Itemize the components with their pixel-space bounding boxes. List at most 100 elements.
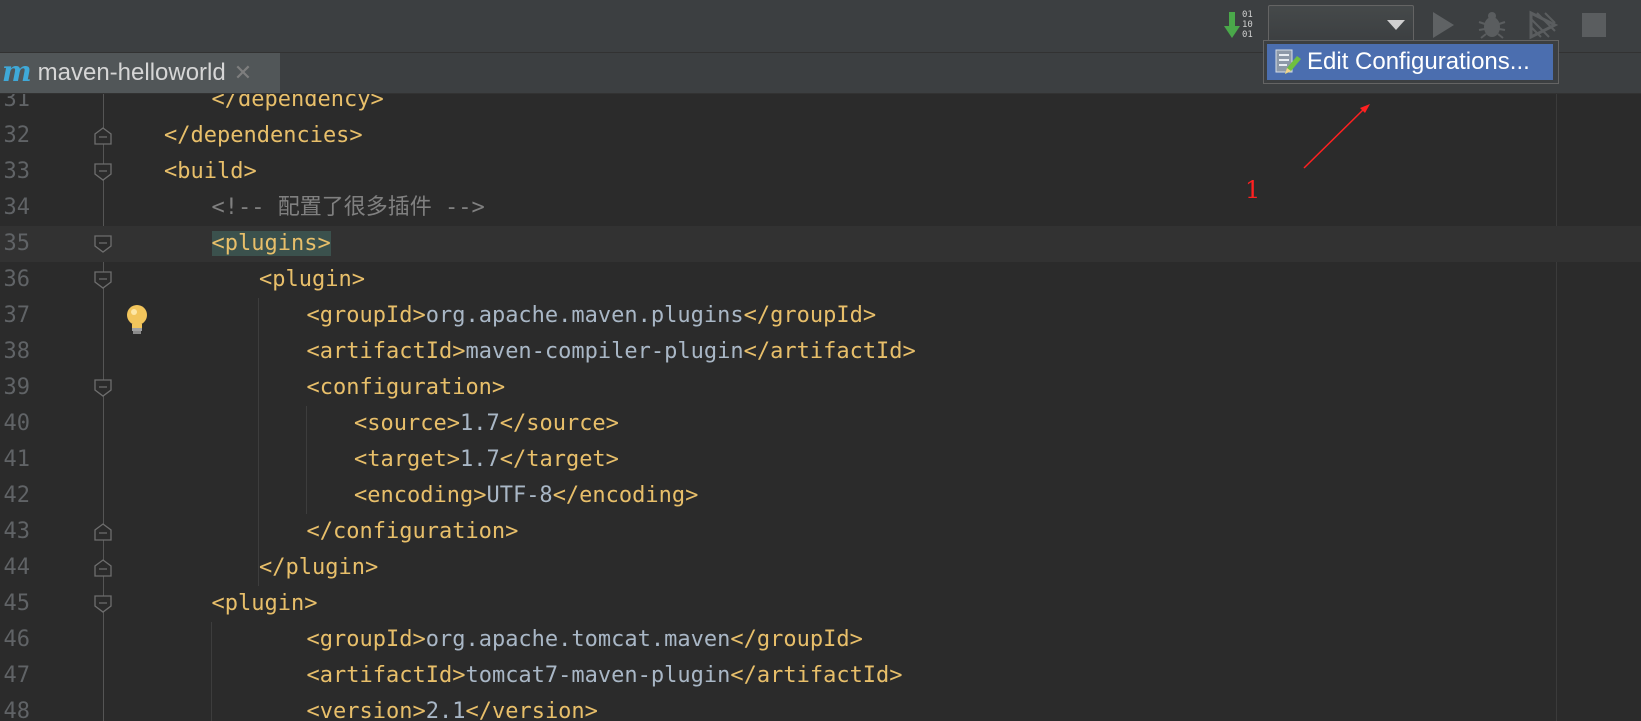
code-text: <target>1.7</target> xyxy=(354,442,619,478)
run-button[interactable] xyxy=(1426,8,1460,42)
code-line[interactable]: 46 <groupId>org.apache.tomcat.maven</grou… xyxy=(0,622,1641,658)
code-token: org.apache.maven.plugins xyxy=(425,303,744,328)
fold-marker-icon[interactable] xyxy=(93,126,113,146)
code-token: <build> xyxy=(164,159,257,184)
code-line[interactable]: 47 <artifactId>tomcat7-maven-plugin</arti… xyxy=(0,658,1641,694)
editor-tab-pom[interactable]: m maven-helloworld ✕ xyxy=(0,53,280,93)
code-line[interactable]: 31 </dependency> xyxy=(0,94,1641,118)
code-token: <target> xyxy=(354,447,460,472)
code-text: </configuration> xyxy=(307,514,519,550)
code-token: maven-compiler-plugin xyxy=(465,339,744,364)
code-text: <!-- 配置了很多插件 --> xyxy=(212,190,485,226)
code-text: <artifactId>maven-compiler-plugin</artif… xyxy=(307,334,916,370)
code-line[interactable]: 40 <source>1.7</source> xyxy=(0,406,1641,442)
code-line[interactable]: 43 </configuration> xyxy=(0,514,1641,550)
code-line[interactable]: 44 </plugin> xyxy=(0,550,1641,586)
fold-marker-icon[interactable] xyxy=(93,162,113,182)
line-number: 46 xyxy=(3,627,31,652)
code-text: <plugins> xyxy=(211,226,331,262)
code-token: <groupId> xyxy=(306,627,426,652)
code-token: <artifactId> xyxy=(306,339,466,364)
fold-marker-icon[interactable] xyxy=(93,270,113,290)
code-token: UTF-8 xyxy=(486,483,553,508)
code-line[interactable]: 32 </dependencies> xyxy=(0,118,1641,154)
line-number: 32 xyxy=(3,123,31,148)
editor-tab-label: maven-helloworld xyxy=(37,59,226,86)
code-token: <artifactId> xyxy=(306,663,466,688)
code-line[interactable]: 37 <groupId>org.apache.maven.plugins</gro… xyxy=(0,298,1641,334)
fold-marker-icon[interactable] xyxy=(93,558,113,578)
code-token: tomcat7-maven-plugin xyxy=(465,663,731,688)
code-text: <plugin> xyxy=(212,586,318,622)
line-number: 40 xyxy=(3,411,31,436)
code-text: <build> xyxy=(164,154,257,190)
code-token: </plugin> xyxy=(259,555,379,580)
code-token: 1.7 xyxy=(459,411,500,436)
code-token: </version> xyxy=(465,699,598,721)
coverage-icon xyxy=(1529,10,1558,40)
line-number: 31 xyxy=(3,94,31,112)
code-editor[interactable]: 31 </dependency> 32 </dependencies> 33 <build… xyxy=(0,94,1641,721)
code-line[interactable]: 34 <!-- 配置了很多插件 --> xyxy=(0,190,1641,226)
maven-logo-icon: m xyxy=(2,54,32,88)
code-token: </target> xyxy=(499,447,619,472)
code-line[interactable]: 45 <plugin> xyxy=(0,586,1641,622)
run-configuration-dropdown[interactable] xyxy=(1268,5,1414,43)
build-arrow-icon xyxy=(1224,12,1240,38)
fold-marker-icon[interactable] xyxy=(93,234,113,254)
edit-configurations-icon xyxy=(1275,49,1301,74)
line-number: 37 xyxy=(3,303,31,328)
fold-marker-icon[interactable] xyxy=(93,522,113,542)
code-token: </dependency> xyxy=(211,94,384,112)
code-line[interactable]: 48 <version>2.1</version> xyxy=(0,694,1641,721)
line-number: 41 xyxy=(3,447,31,472)
code-token: <version> xyxy=(306,699,426,721)
code-text: </dependencies> xyxy=(164,118,363,154)
line-number: 35 xyxy=(3,231,31,256)
line-number: 42 xyxy=(3,483,31,508)
code-token: <plugin> xyxy=(211,591,318,616)
line-number: 44 xyxy=(3,555,31,580)
code-line[interactable]: 41 <target>1.7</target> xyxy=(0,442,1641,478)
chevron-down-icon xyxy=(1387,20,1405,30)
code-text: <source>1.7</source> xyxy=(354,406,619,442)
code-line[interactable]: 39 <configuration> xyxy=(0,370,1641,406)
code-line[interactable]: 33 <build> xyxy=(0,154,1641,190)
code-text: <groupId>org.apache.tomcat.maven</groupI… xyxy=(307,622,863,658)
code-line[interactable]: 42 <encoding>UTF-8</encoding> xyxy=(0,478,1641,514)
lightbulb-icon[interactable] xyxy=(125,304,149,336)
line-number: 36 xyxy=(3,267,31,292)
run-icon xyxy=(1433,12,1454,38)
code-token: </groupId> xyxy=(743,303,877,328)
build-project-button[interactable]: 01 10 01 xyxy=(1222,8,1260,42)
stop-button[interactable] xyxy=(1577,8,1611,42)
code-token: </artifactId> xyxy=(743,339,916,364)
annotation-number: 1 xyxy=(1245,176,1261,204)
fold-marker-icon[interactable] xyxy=(93,594,113,614)
run-with-coverage-button[interactable] xyxy=(1526,8,1560,42)
indent-guide xyxy=(211,622,212,721)
code-token: <!-- 配置了很多插件 --> xyxy=(211,195,485,220)
close-icon[interactable]: ✕ xyxy=(234,61,252,86)
code-token: <plugin> xyxy=(259,267,365,292)
code-line[interactable]: 35 <plugins> xyxy=(0,226,1641,262)
line-number: 39 xyxy=(3,375,31,400)
fold-marker-icon[interactable] xyxy=(93,378,113,398)
code-text: <groupId>org.apache.maven.plugins</group… xyxy=(307,298,877,334)
line-number: 33 xyxy=(3,159,31,184)
build-bits-label: 01 10 01 xyxy=(1242,10,1253,40)
code-line[interactable]: 36 <plugin> xyxy=(0,262,1641,298)
code-token: 1.7 xyxy=(459,447,500,472)
code-text: <configuration> xyxy=(307,370,506,406)
ide-window: 01 10 01 m maven-helloworld ✕ 31 </depen… xyxy=(0,0,1641,721)
line-number: 34 xyxy=(3,195,31,220)
code-token: </artifactId> xyxy=(730,663,903,688)
code-token: 2.1 xyxy=(425,699,466,721)
edit-configurations-item[interactable]: Edit Configurations... xyxy=(1267,44,1553,80)
line-number: 47 xyxy=(3,663,31,688)
debug-button[interactable] xyxy=(1475,8,1509,42)
stop-icon xyxy=(1582,13,1606,37)
code-line[interactable]: 38 <artifactId>maven-compiler-plugin</art… xyxy=(0,334,1641,370)
code-token: <encoding> xyxy=(354,483,487,508)
code-token: <groupId> xyxy=(306,303,426,328)
